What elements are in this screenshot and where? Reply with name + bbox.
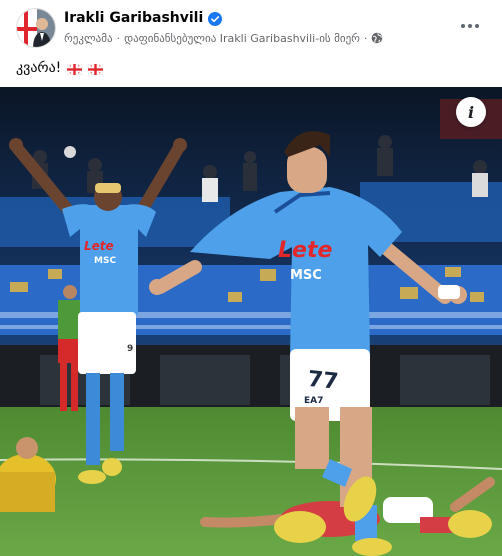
more-dot-icon	[461, 24, 465, 28]
author-name[interactable]: Irakli Garibashvili	[64, 10, 203, 26]
info-icon: i	[467, 102, 475, 122]
post-photo[interactable]: Lete MSC 9 Lete MSC 77 EA7 i	[0, 87, 502, 556]
more-dot-icon	[468, 24, 472, 28]
globe-icon[interactable]	[371, 32, 383, 44]
more-options-button[interactable]	[454, 12, 486, 40]
post-caption: კვარა!	[16, 58, 104, 78]
pitch	[0, 407, 502, 556]
author-row: Irakli Garibashvili	[64, 8, 223, 28]
author-avatar[interactable]	[16, 8, 56, 48]
more-dot-icon	[475, 24, 479, 28]
post-header: Irakli Garibashvili რეკლამა · დაფინანსებ…	[0, 0, 502, 56]
facebook-post: Irakli Garibashvili რეკლამა · დაფინანსებ…	[0, 0, 502, 556]
left-shorts-number: 9	[127, 344, 133, 354]
left-shirt-sponsor: Lete	[84, 239, 114, 253]
match-photo: Lete MSC 9 Lete MSC 77 EA7	[0, 87, 502, 556]
paid-by-label[interactable]: დაფინანსებულია Irakli Garibashvili-ის მი…	[124, 32, 360, 45]
ad-info-button[interactable]: i	[456, 97, 486, 127]
caption-text: კვარა!	[16, 60, 62, 76]
verified-badge-icon	[208, 11, 223, 26]
right-shirt-sub: MSC	[290, 268, 322, 283]
avatar-image	[17, 9, 55, 47]
left-shirt-sub: MSC	[94, 256, 116, 266]
georgia-flag-icon	[88, 63, 104, 75]
georgia-flag-icon	[67, 63, 83, 75]
shorts-brand: EA7	[304, 396, 323, 406]
shorts-number: 77	[306, 367, 339, 395]
meta-separator: ·	[116, 31, 121, 45]
meta-separator: ·	[363, 31, 368, 45]
sponsored-label[interactable]: რეკლამა	[64, 32, 113, 45]
post-meta: რეკლამა · დაფინანსებულია Irakli Garibash…	[64, 30, 383, 46]
right-shirt-sponsor: Lete	[278, 238, 332, 263]
